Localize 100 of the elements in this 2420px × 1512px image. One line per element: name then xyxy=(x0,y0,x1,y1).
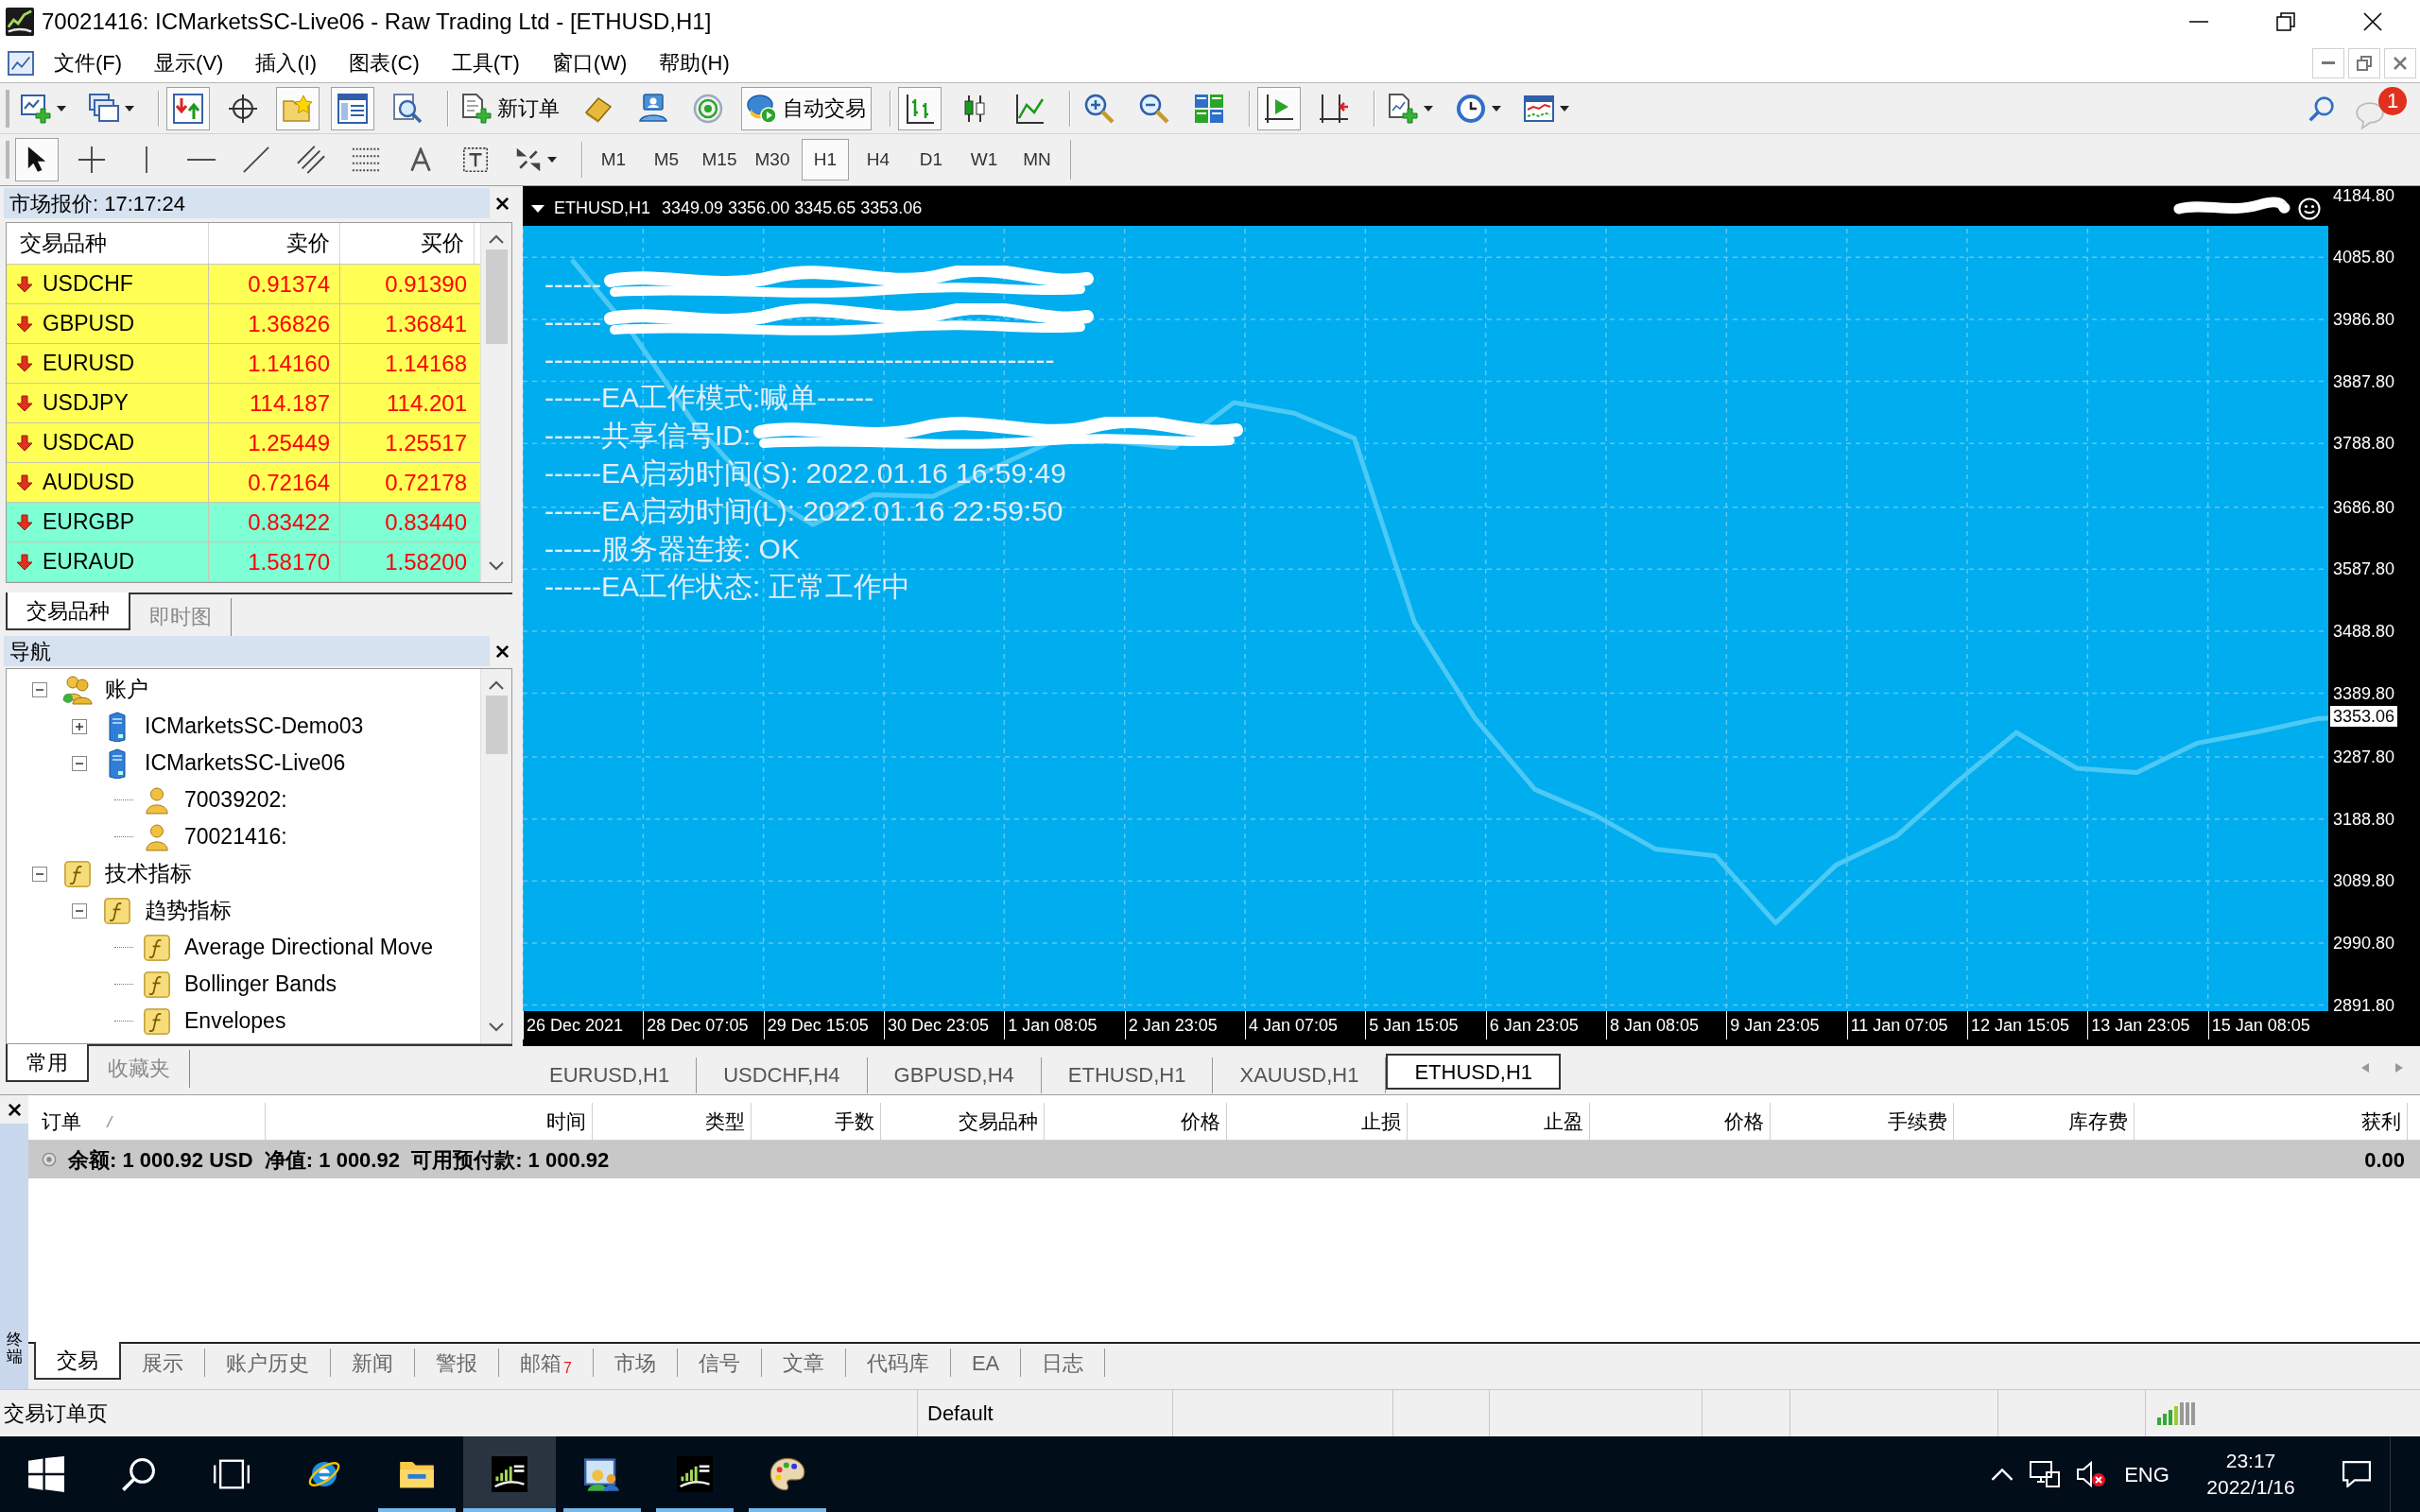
quote-row[interactable]: USDJPY 114.187 114.201 xyxy=(7,384,480,423)
terminal-tab[interactable]: 文章 xyxy=(761,1349,846,1377)
terminal-tab[interactable]: 警报 xyxy=(415,1349,499,1377)
terminal-tab[interactable]: 账户历史 xyxy=(205,1349,331,1377)
tree-item[interactable]: 趋势指标 xyxy=(145,894,232,927)
column-header[interactable]: 止盈 xyxy=(1408,1103,1590,1140)
column-header[interactable]: 时间 xyxy=(266,1103,593,1140)
column-header[interactable]: 交易品种 xyxy=(881,1103,1045,1140)
column-header[interactable]: 获利 xyxy=(2135,1103,2408,1140)
terminal-tab[interactable]: 展示 xyxy=(121,1349,205,1377)
panel-tab[interactable]: 交易品种 xyxy=(6,593,130,630)
timeframe-button[interactable]: H1 xyxy=(802,139,849,180)
quote-row[interactable]: USDCHF 0.91374 0.91390 xyxy=(7,265,480,304)
terminal-tab[interactable]: 代码库 xyxy=(845,1349,951,1377)
tree-item[interactable]: 70021416: xyxy=(184,820,287,853)
notifications-button[interactable]: 1 xyxy=(2354,86,2407,130)
tree-item[interactable]: Envelopes xyxy=(184,1005,286,1038)
terminal-tab[interactable]: 日志 xyxy=(1021,1349,1106,1377)
circle-dot-icon[interactable] xyxy=(42,1152,57,1167)
timeframe-button[interactable]: M30 xyxy=(749,139,796,180)
column-header[interactable]: 价格 xyxy=(1590,1103,1771,1140)
quote-row[interactable]: USDCAD 1.25449 1.25517 xyxy=(7,423,480,463)
quote-row[interactable]: AUDUSD 0.72164 0.72178 xyxy=(7,463,480,503)
panel-tab[interactable]: 常用 xyxy=(6,1044,89,1082)
timeframe-button[interactable]: M5 xyxy=(643,139,690,180)
minus-box-icon[interactable] xyxy=(32,681,47,697)
tree-item[interactable]: Average Directional Move xyxy=(184,931,433,964)
menu-item[interactable]: 图表(C) xyxy=(333,45,436,80)
column-header[interactable]: 价格 xyxy=(1045,1103,1227,1140)
chart-tab[interactable]: USDCHF,H4 xyxy=(697,1057,868,1093)
toolbar-button[interactable]: 新订单 xyxy=(456,86,565,130)
toolbar-button[interactable] xyxy=(1257,86,1301,130)
timeframe-button[interactable]: D1 xyxy=(908,139,955,180)
tree-item[interactable]: Bollinger Bands xyxy=(184,968,337,1001)
scroll-thumb[interactable] xyxy=(485,696,508,754)
taskbar-button[interactable] xyxy=(463,1436,556,1512)
scrollbar[interactable] xyxy=(480,223,511,582)
tree-item[interactable]: 账户 xyxy=(105,673,148,706)
column-header[interactable]: 止损 xyxy=(1227,1103,1408,1140)
column-header[interactable]: 手续费 xyxy=(1771,1103,1954,1140)
axis-label: 4 Jan 07:05 xyxy=(1245,1011,1339,1040)
restore-button[interactable] xyxy=(2348,47,2380,78)
menu-item[interactable]: 帮助(H) xyxy=(643,45,746,80)
tree-item[interactable]: ICMarketsSC-Demo03 xyxy=(145,710,364,743)
clock-button[interactable]: 23:17 2022/1/16 xyxy=(2178,1436,2324,1512)
minus-box-icon[interactable] xyxy=(72,755,87,771)
menu-item[interactable]: 工具(T) xyxy=(435,45,536,80)
menu-item[interactable]: 窗口(W) xyxy=(535,45,644,80)
axis-label: 13 Jan 23:05 xyxy=(2087,1011,2190,1040)
terminal-tab[interactable]: 信号 xyxy=(677,1349,762,1377)
chart-tab[interactable]: GBPUSD,H4 xyxy=(867,1057,1042,1093)
language-button[interactable]: ENG xyxy=(2116,1436,2178,1512)
menu-item[interactable]: 文件(F) xyxy=(38,45,139,80)
terminal-tab[interactable]: 市场 xyxy=(593,1349,678,1377)
dropdown-triangle-icon[interactable] xyxy=(531,204,544,213)
chart-tab[interactable]: EURUSD,H1 xyxy=(523,1057,698,1093)
plus-box-icon[interactable] xyxy=(72,718,87,734)
minus-box-icon[interactable] xyxy=(72,902,87,919)
column-header[interactable]: 类型 xyxy=(593,1103,752,1140)
tree-item[interactable]: 70039202: xyxy=(184,783,287,816)
toolbar-button[interactable] xyxy=(898,86,942,130)
menu-item[interactable]: 显示(V) xyxy=(138,45,240,80)
menu-item[interactable]: 插入(I) xyxy=(239,45,334,80)
column-header[interactable]: 买价 xyxy=(340,223,475,264)
quote-row[interactable]: EURAUD 1.58170 1.58200 xyxy=(7,542,480,582)
timeframe-button[interactable]: W1 xyxy=(960,139,1008,180)
timeframe-button[interactable]: H4 xyxy=(855,139,902,180)
toolbar-button[interactable] xyxy=(166,86,210,130)
quote-row[interactable]: GBPUSD 1.36826 1.36841 xyxy=(7,304,480,344)
terminal-tab[interactable]: EA xyxy=(950,1349,1022,1377)
tree-item[interactable]: 技术指标 xyxy=(105,857,192,890)
axis-label: 3089.80 xyxy=(2333,871,2395,891)
terminal-tab[interactable]: 新闻 xyxy=(331,1349,415,1377)
unread-count: 7 xyxy=(563,1360,572,1377)
timeframe-button[interactable]: M15 xyxy=(696,139,743,180)
chart-tab[interactable]: ETHUSD,H1 xyxy=(1386,1054,1562,1090)
function-icon xyxy=(104,897,130,924)
chart-info-text: ------ xyxy=(544,267,601,301)
minus-box-icon[interactable] xyxy=(32,866,47,882)
column-header[interactable]: 卖价 xyxy=(209,223,340,264)
quote-row[interactable]: EURGBP 0.83422 0.83440 xyxy=(7,503,480,542)
timeframe-button[interactable]: MN xyxy=(1013,139,1061,180)
chart-window-icon[interactable] xyxy=(8,50,34,76)
chart-tab[interactable]: ETHUSD,H1 xyxy=(1041,1057,1214,1093)
minimize-button[interactable] xyxy=(2312,47,2344,78)
scrollbar[interactable] xyxy=(480,669,511,1043)
timeframe-button[interactable]: M1 xyxy=(590,139,637,180)
price-cell: 0.72164 xyxy=(209,463,340,502)
quote-row[interactable]: EURUSD 1.14160 1.14168 xyxy=(7,344,480,384)
tree-item[interactable]: ICMarketsSC-Live06 xyxy=(145,747,346,780)
caret-icon xyxy=(1492,105,1501,112)
drawing-tool-button[interactable] xyxy=(15,138,59,181)
column-header[interactable]: 库存费 xyxy=(1954,1103,2135,1140)
toolbar-button[interactable]: 自动交易 xyxy=(741,86,872,130)
toolbar-button[interactable] xyxy=(331,86,374,130)
scroll-thumb[interactable] xyxy=(485,249,508,344)
column-header[interactable]: 订单 xyxy=(42,1106,81,1137)
terminal-tab[interactable]: 交易 xyxy=(34,1342,121,1380)
column-header[interactable]: 手数 xyxy=(752,1103,881,1140)
column-header[interactable]: 交易品种 xyxy=(7,223,209,264)
